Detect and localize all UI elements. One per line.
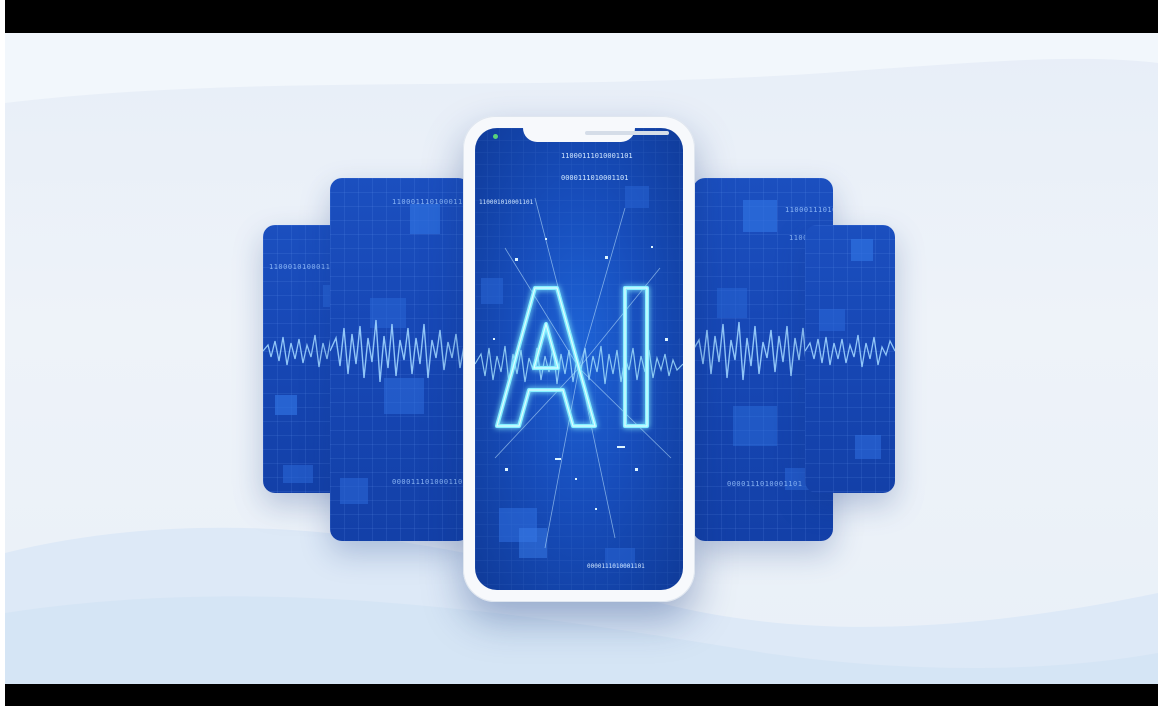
card-graphic [805,239,895,459]
left-card: 11000111010001101 0000111010001101 [330,178,470,541]
code-text: 110001010001101 [479,199,534,206]
code-text: 0000111010001101 [392,478,468,486]
ai-graphic: 11000111010001101 0000111010001101 11000… [475,128,683,590]
smartphone: 11000111010001101 0000111010001101 11000… [463,116,695,602]
card-graphic [330,204,470,504]
speaker-grille [585,131,669,135]
video-frame: 110001010001101 11000111010001101 000011… [0,0,1158,706]
far-right-card [805,225,895,493]
letterbox-bottom [0,684,1158,706]
code-text: 0000111010001101 [561,174,628,182]
code-text: 11000111010001101 [392,198,470,206]
letterbox-top [0,0,1158,33]
code-text: 0000111010001101 [587,563,645,570]
code-text: 11000111010001101 [785,206,833,214]
camera-icon [493,134,498,139]
phone-screen: 11000111010001101 0000111010001101 11000… [475,128,683,590]
code-text: 0000111010001101 [727,480,803,488]
left-edge [0,0,5,706]
scene-background: 110001010001101 11000111010001101 000011… [5,33,1158,684]
code-text: 11000111010001101 [561,152,633,160]
phone-notch [523,128,669,142]
